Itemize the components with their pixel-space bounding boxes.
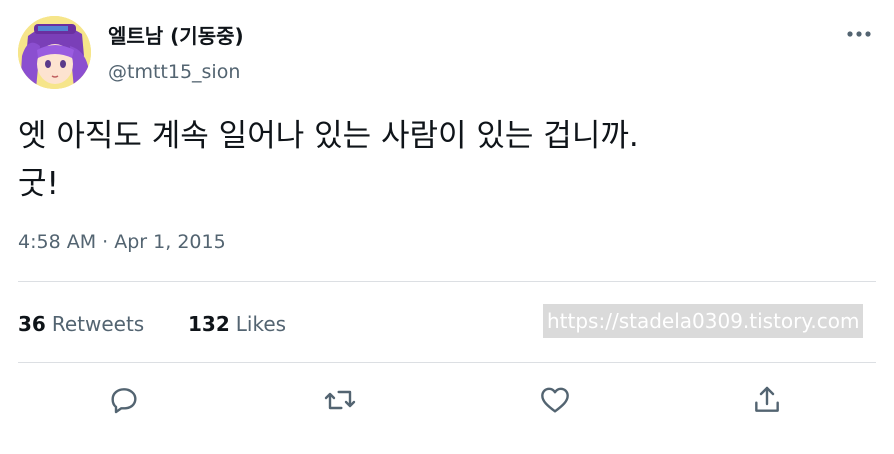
- timestamp-separator: ·: [102, 231, 109, 253]
- tweet-text-line: 굿!: [18, 166, 59, 202]
- more-button[interactable]: [842, 20, 876, 48]
- tweet-time[interactable]: 4:58 AM: [18, 231, 96, 253]
- tweet-text: 엣 아직도 계속 일어나 있는 사람이 있는 겁니까. 굿!: [18, 112, 639, 208]
- divider: [18, 362, 876, 363]
- user-handle[interactable]: @tmtt15_sion: [108, 58, 240, 86]
- heart-icon: [541, 387, 569, 413]
- share-icon: [755, 386, 779, 412]
- avatar-image: [18, 16, 91, 89]
- like-button[interactable]: [535, 380, 575, 420]
- display-name[interactable]: 엘트남 (기동중): [108, 22, 244, 50]
- share-button[interactable]: [747, 380, 787, 420]
- likes-count: 132: [188, 312, 230, 336]
- watermark: https://stadela0309.tistory.com: [543, 304, 863, 338]
- divider: [18, 281, 876, 282]
- tweet-card: 엘트남 (기동중) @tmtt15_sion 엣 아직도 계속 일어나 있는 사…: [0, 0, 894, 454]
- retweet-button[interactable]: [320, 380, 360, 420]
- retweet-icon: [324, 390, 356, 410]
- timestamp: 4:58 AM · Apr 1, 2015: [18, 228, 226, 256]
- reply-icon: [111, 388, 137, 414]
- retweets-label: Retweets: [51, 312, 145, 336]
- avatar[interactable]: [18, 16, 91, 89]
- likes-label: Likes: [235, 312, 287, 336]
- more-horizontal-icon: [847, 31, 871, 37]
- reply-button[interactable]: [104, 380, 144, 420]
- retweets-stat[interactable]: 36 Retweets: [18, 310, 144, 338]
- tweet-text-line: 엣 아직도 계속 일어나 있는 사람이 있는 겁니까.: [18, 118, 639, 154]
- tweet-date[interactable]: Apr 1, 2015: [114, 231, 225, 253]
- likes-stat[interactable]: 132 Likes: [188, 310, 286, 338]
- retweets-count: 36: [18, 312, 46, 336]
